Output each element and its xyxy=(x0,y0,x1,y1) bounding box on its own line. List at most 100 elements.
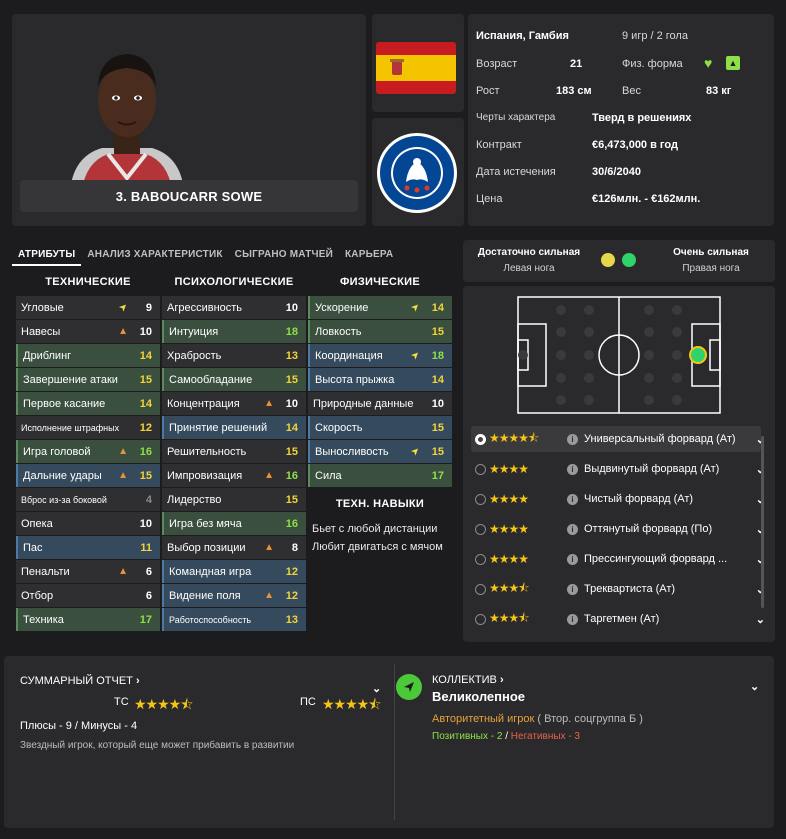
roles-scrollbar[interactable] xyxy=(761,436,764,608)
attribute-row[interactable]: Координация ➤ 18 xyxy=(308,344,452,367)
role-row[interactable]: ★★★⯪iТреквартиста (Ат)⌄ xyxy=(471,576,765,602)
attribute-row[interactable]: Дальние удары ▲ 15 xyxy=(16,464,160,487)
role-row[interactable]: ★★★★iВыдвинутый форвард (Ат)⌄ xyxy=(471,456,765,482)
attribute-value: 12 xyxy=(285,565,298,578)
tab-career[interactable]: КАРЬЕРА xyxy=(339,240,399,266)
info-icon[interactable]: i xyxy=(567,463,578,475)
info-icon[interactable]: i xyxy=(567,493,578,505)
attribute-value: 15 xyxy=(139,373,152,386)
attribute-row[interactable]: Агрессивность 10 xyxy=(162,296,306,319)
attribute-name: Импровизация xyxy=(167,469,243,482)
attribute-row[interactable]: Пенальти ▲ 6 xyxy=(16,560,160,583)
attribute-row[interactable]: Скорость 15 xyxy=(308,416,452,439)
role-radio[interactable] xyxy=(475,463,486,475)
attribute-row[interactable]: Отбор 6 xyxy=(16,584,160,607)
attribute-row[interactable]: Сила 17 xyxy=(308,464,452,487)
attribute-value: 10 xyxy=(139,517,152,530)
trend-down-icon: ▲ xyxy=(118,445,128,457)
role-row[interactable]: ★★★★⯪iУниверсальный форвард (Ат)⌄ xyxy=(471,426,765,452)
attribute-name: Лидерство xyxy=(167,493,222,506)
info-icon[interactable]: i xyxy=(567,553,578,565)
attribute-row[interactable]: Игра головой ▲ 16 xyxy=(16,440,160,463)
player-name: 3. BABOUCARR SOWE xyxy=(20,180,358,212)
attribute-value: 16 xyxy=(285,469,298,482)
attribute-row[interactable]: Пас 11 xyxy=(16,536,160,559)
attribute-row[interactable]: Навесы ▲ 10 xyxy=(16,320,160,343)
player-photo-panel: 3. BABOUCARR SOWE xyxy=(12,14,366,226)
nationality[interactable]: Испания, Гамбия xyxy=(476,30,569,42)
chevron-right-icon: › xyxy=(499,674,504,686)
relations-separator: / xyxy=(505,731,509,742)
attribute-row[interactable]: Импровизация ▲ 16 xyxy=(162,464,306,487)
attribute-row[interactable]: Природные данные 10 xyxy=(308,392,452,415)
attribute-row[interactable]: Работоспособность 13 xyxy=(162,608,306,631)
attribute-row[interactable]: Концентрация ▲ 10 xyxy=(162,392,306,415)
attribute-name: Навесы xyxy=(21,325,61,338)
collective-title: КОЛЛЕКТИВ xyxy=(432,674,497,686)
chevron-down-icon[interactable]: ⌄ xyxy=(756,613,765,626)
attribute-row[interactable]: Угловые ➤ 9 xyxy=(16,296,160,319)
tab-analysis[interactable]: АНАЛИЗ ХАРАКТЕРИСТИК xyxy=(81,240,228,266)
attribute-name: Решительность xyxy=(167,445,247,458)
nationality-flag-panel[interactable] xyxy=(372,14,464,112)
info-icon[interactable]: i xyxy=(567,433,578,445)
trend-up-icon: ➤ xyxy=(116,300,131,315)
contract-row: Контракт €6,473,000 в год xyxy=(468,131,774,158)
attribute-row[interactable]: Самообладание 15 xyxy=(162,368,306,391)
attribute-row[interactable]: Техника 17 xyxy=(16,608,160,631)
attribute-row[interactable]: Ловкость 15 xyxy=(308,320,452,343)
collective-title-link[interactable]: КОЛЛЕКТИВ › xyxy=(432,674,504,686)
summary-title-link[interactable]: СУММАРНЫЙ ОТЧЕТ › xyxy=(20,675,140,687)
attribute-row[interactable]: Видение поля ▲ 12 xyxy=(162,584,306,607)
attribute-row[interactable]: Храбрость 13 xyxy=(162,344,306,367)
role-radio[interactable] xyxy=(475,553,486,565)
role-row[interactable]: ★★★★iОттянутый форвард (По)⌄ xyxy=(471,516,765,542)
attribute-row[interactable]: Опека 10 xyxy=(16,512,160,535)
role-radio[interactable] xyxy=(475,493,486,505)
club-crest-panel[interactable] xyxy=(372,118,464,226)
attribute-row[interactable]: Интуиция 18 xyxy=(162,320,306,343)
tab-attributes[interactable]: АТРИБУТЫ xyxy=(12,240,82,266)
attribute-row[interactable]: Дриблинг 14 xyxy=(16,344,160,367)
attribute-row[interactable]: Первое касание 14 xyxy=(16,392,160,415)
attribute-row[interactable]: Ускорение ➤ 14 xyxy=(308,296,452,319)
contract-label: Контракт xyxy=(476,138,522,151)
pitch-diagram[interactable] xyxy=(517,296,721,414)
role-row[interactable]: ★★★★iПрессингующий форвард ...⌄ xyxy=(471,546,765,572)
attribute-row[interactable]: Исполнение штрафных 12 xyxy=(16,416,160,439)
attribute-name: Вброс из-за боковой xyxy=(21,494,107,505)
role-radio[interactable] xyxy=(475,433,486,445)
attribute-row[interactable]: Завершение атаки 15 xyxy=(16,368,160,391)
traits-value[interactable]: Тверд в решениях xyxy=(592,112,691,124)
role-stars: ★★★⯪ xyxy=(489,580,530,595)
collective-expand-chevron-icon[interactable]: ⌄ xyxy=(750,680,759,693)
attribute-row[interactable]: Лидерство 15 xyxy=(162,488,306,511)
collective-role-line: Авторитетный игрок ( Втор. соцгруппа Б ) xyxy=(432,713,643,725)
info-icon[interactable]: i xyxy=(567,613,578,625)
role-radio[interactable] xyxy=(475,583,486,595)
attribute-value: 11 xyxy=(140,541,152,554)
ts-label: ТС xyxy=(114,696,129,708)
price-label: Цена xyxy=(476,192,503,205)
attribute-value: 15 xyxy=(431,421,444,434)
role-radio[interactable] xyxy=(475,613,486,625)
tab-matches[interactable]: СЫГРАНО МАТЧЕЙ xyxy=(229,240,339,266)
attribute-row[interactable]: Решительность 15 xyxy=(162,440,306,463)
attribute-value: 16 xyxy=(285,517,298,530)
attribute-row[interactable]: Игра без мяча 16 xyxy=(162,512,306,535)
preferred-foot-panel: Достаточно сильная Левая нога Очень силь… xyxy=(463,240,775,282)
role-radio[interactable] xyxy=(475,523,486,535)
info-icon[interactable]: i xyxy=(567,583,578,595)
info-icon[interactable]: i xyxy=(567,523,578,535)
attribute-row[interactable]: Вброс из-за боковой 4 xyxy=(16,488,160,511)
player-portrait xyxy=(62,38,192,190)
attribute-row[interactable]: Высота прыжка 14 xyxy=(308,368,452,391)
role-row[interactable]: ★★★⯪ i Таргетмен (Ат) ⌄ xyxy=(471,606,765,632)
attribute-row[interactable]: Принятие решений 14 xyxy=(162,416,306,439)
attribute-row[interactable]: Командная игра 12 xyxy=(162,560,306,583)
collective-role[interactable]: Авторитетный игрок xyxy=(432,713,534,725)
role-row[interactable]: ★★★★iЧистый форвард (Ат)⌄ xyxy=(471,486,765,512)
attribute-row[interactable]: Выбор позиции ▲ 8 xyxy=(162,536,306,559)
attribute-name: Угловые xyxy=(21,301,64,314)
attribute-row[interactable]: Выносливость ➤ 15 xyxy=(308,440,452,463)
